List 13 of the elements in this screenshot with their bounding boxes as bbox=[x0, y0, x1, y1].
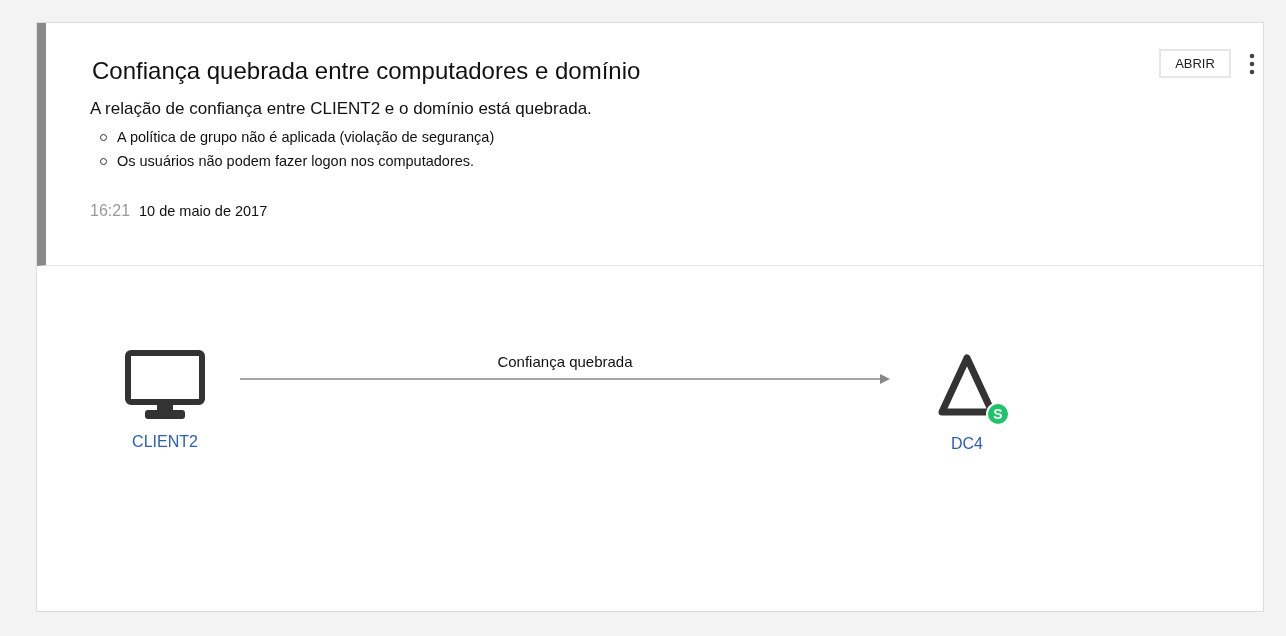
status-badge: S bbox=[986, 402, 1010, 426]
alert-time: 16:21 bbox=[90, 202, 131, 220]
alert-summary: A relação de confiança entre CLIENT2 e o domínio está quebrada. bbox=[90, 99, 593, 119]
alert-title: Confiança quebrada entre computadores e domínio bbox=[92, 57, 641, 85]
server-name[interactable]: DC4 bbox=[951, 435, 983, 453]
detail-text: Os usuários não podem fazer logon nos computadores. bbox=[117, 153, 475, 169]
alert-date: 10 de maio de 2017 bbox=[139, 203, 268, 219]
connection-label: Confiança quebrada bbox=[497, 353, 633, 370]
computer-name[interactable]: CLIENT2 bbox=[132, 433, 198, 451]
detail-text: A política de grupo não é aplicada (violação de segurança) bbox=[117, 129, 495, 145]
computer-monitor-icon bbox=[125, 350, 205, 420]
open-button[interactable]: ABRIR bbox=[1159, 49, 1231, 78]
more-options-icon[interactable] bbox=[1249, 52, 1255, 75]
